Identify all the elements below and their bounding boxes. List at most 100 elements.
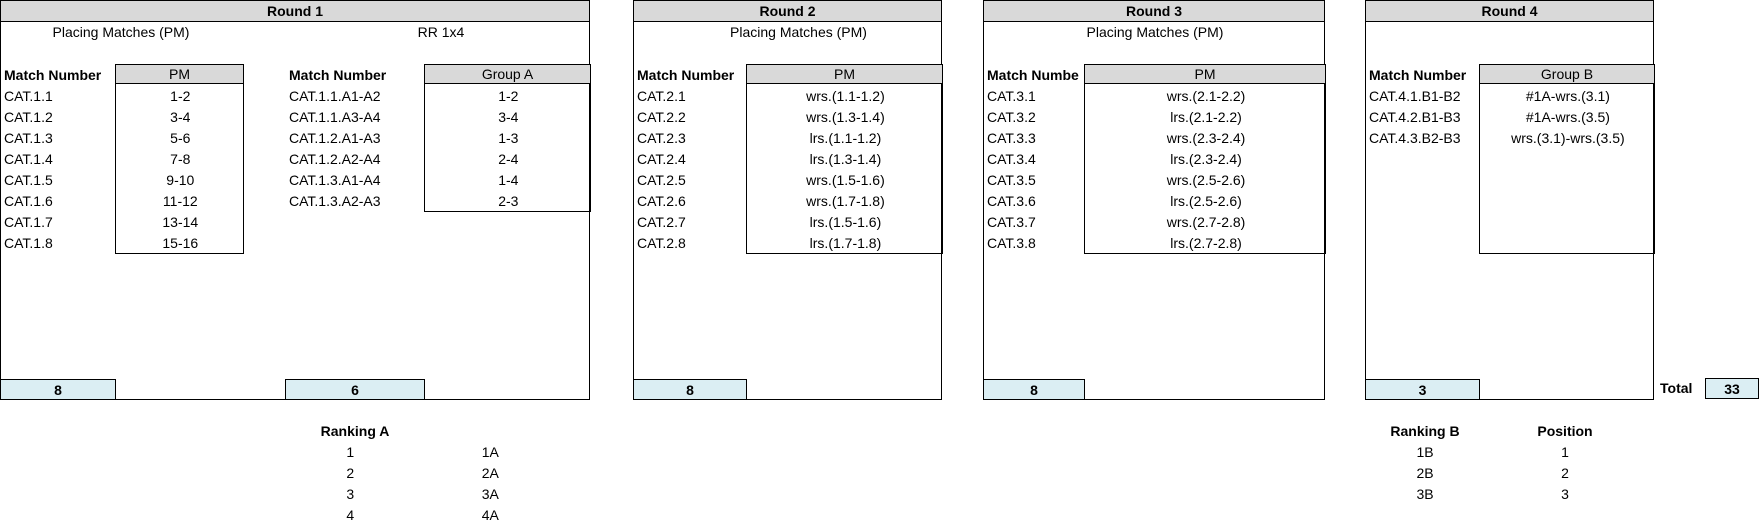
table-row: CAT.1.5 9-10 <box>1 170 244 191</box>
table-row: CAT.4.2.B1-B3 #1A-wrs.(3.5) <box>1366 107 1655 128</box>
match-number: CAT.1.2 <box>4 109 53 125</box>
round3-pm-header: PM <box>1084 64 1326 84</box>
table-row: CAT.1.1.A3-A4 3-4 <box>286 107 591 128</box>
match-pm: #1A-wrs.(3.1) <box>1525 88 1610 104</box>
match-number: CAT.2.3 <box>637 130 686 146</box>
match-number: CAT.2.6 <box>637 193 686 209</box>
table-row: CAT.1.3 5-6 <box>1 128 244 149</box>
match-number: CAT.1.1.A3-A4 <box>289 109 381 125</box>
round3-panel: Round 3 Placing Matches (PM) Match Numbe… <box>983 0 1326 400</box>
match-pm: 1-4 <box>498 172 519 188</box>
match-number: CAT.1.1.A1-A2 <box>289 88 381 104</box>
group-a-header: Group A <box>424 64 591 84</box>
round1-pm-list: CAT.1.1 1-2 CAT.1.2 3-4 CAT.1.3 5-6 CAT.1.4… <box>1 86 244 254</box>
table-row: CAT.4.3.B2-B3 wrs.(3.1)-wrs.(3.5) <box>1366 128 1655 149</box>
match-pm: 5-6 <box>170 130 191 146</box>
match-pm: wrs.(1.3-1.4) <box>806 109 885 125</box>
rank-code: 2A <box>481 465 499 481</box>
rank-value: 4 <box>346 507 355 523</box>
total-label: Total <box>1660 380 1693 396</box>
match-pm: wrs.(2.1-2.2) <box>1166 88 1246 104</box>
table-row: CAT.1.2 3-4 <box>1 107 244 128</box>
table-row: CAT.3.6 lrs.(2.5-2.6) <box>984 191 1326 212</box>
table-row: CAT.1.4 7-8 <box>1 149 244 170</box>
round2-list: CAT.2.1 wrs.(1.1-1.2) CAT.2.2 wrs.(1.3-1.4… <box>634 86 943 254</box>
match-pm: wrs.(1.7-1.8) <box>806 193 885 209</box>
rank-value: 3 <box>346 486 355 502</box>
match-pm: wrs.(2.3-2.4) <box>1166 130 1246 146</box>
match-pm: lrs.(2.3-2.4) <box>1170 151 1242 167</box>
table-row: 2B 2 <box>1370 463 1610 484</box>
ranking-a-list: 1 1A 2 2A 3 3A 4 4A <box>300 442 580 526</box>
rank-code: 3A <box>481 486 499 502</box>
round3-title: Round 3 <box>984 1 1324 22</box>
match-number: CAT.2.2 <box>637 109 686 125</box>
ranking-b-position-header: Position <box>1537 423 1593 439</box>
group-a-list: CAT.1.1.A1-A2 1-2 CAT.1.1.A3-A4 3-4 CAT.1.… <box>286 86 591 212</box>
table-row: CAT.4.1.B1-B2 #1A-wrs.(3.1) <box>1366 86 1655 107</box>
match-pm: lrs.(2.7-2.8) <box>1170 235 1242 251</box>
rank-position: 2 <box>1561 465 1569 481</box>
table-row: CAT.2.5 wrs.(1.5-1.6) <box>634 170 943 191</box>
rank-position: 3 <box>1561 486 1569 502</box>
round2-panel: Round 2 Placing Matches (PM) Match Numbe… <box>633 0 943 400</box>
round4-list: CAT.4.1.B1-B2 #1A-wrs.(3.1) CAT.4.2.B1-B3… <box>1366 86 1655 149</box>
round3-count: 8 <box>983 379 1085 400</box>
table-row: 1B 1 <box>1370 442 1610 463</box>
round1-match-number-label: Match Number <box>4 67 102 83</box>
table-row: CAT.3.2 lrs.(2.1-2.2) <box>984 107 1326 128</box>
round1-subtitle-rr: RR 1x4 <box>417 24 465 40</box>
table-row: CAT.3.8 lrs.(2.7-2.8) <box>984 233 1326 254</box>
table-row: CAT.2.7 lrs.(1.5-1.6) <box>634 212 943 233</box>
table-row: CAT.3.5 wrs.(2.5-2.6) <box>984 170 1326 191</box>
match-pm: 11-12 <box>162 193 198 209</box>
round1-title: Round 1 <box>1 1 589 22</box>
match-number: CAT.3.6 <box>987 193 1036 209</box>
round4-panel: Round 4 Match Number Group B CAT.4.1.B1-… <box>1365 0 1655 400</box>
table-row: 3B 3 <box>1370 484 1610 505</box>
match-pm: wrs.(3.1)-wrs.(3.5) <box>1511 130 1625 146</box>
match-pm: 1-2 <box>498 88 519 104</box>
round2-match-number-label: Match Number <box>637 67 735 83</box>
table-row: CAT.1.8 15-16 <box>1 233 244 254</box>
match-pm: 3-4 <box>498 109 519 125</box>
round2-pm-header: PM <box>746 64 943 84</box>
table-row: CAT.3.3 wrs.(2.3-2.4) <box>984 128 1326 149</box>
match-number: CAT.4.2.B1-B3 <box>1369 109 1461 125</box>
rank-code: 2B <box>1416 465 1434 481</box>
table-row: CAT.3.1 wrs.(2.1-2.2) <box>984 86 1326 107</box>
round2-subtitle: Placing Matches (PM) <box>730 24 867 40</box>
table-row: CAT.1.7 13-14 <box>1 212 244 233</box>
match-pm: 2-4 <box>498 151 519 167</box>
table-row: CAT.2.6 wrs.(1.7-1.8) <box>634 191 943 212</box>
match-number: CAT.4.3.B2-B3 <box>1369 130 1461 146</box>
match-number: CAT.1.7 <box>4 214 53 230</box>
match-number: CAT.3.2 <box>987 109 1036 125</box>
match-pm: lrs.(2.1-2.2) <box>1170 109 1242 125</box>
table-row: CAT.1.1.A1-A2 1-2 <box>286 86 591 107</box>
rank-value: 1 <box>346 444 355 460</box>
ranking-b-title: Ranking B <box>1390 423 1460 439</box>
round3-subtitle: Placing Matches (PM) <box>1086 24 1224 40</box>
match-pm: 7-8 <box>170 151 191 167</box>
table-row: CAT.1.6 11-12 <box>1 191 244 212</box>
rank-position: 1 <box>1561 444 1569 460</box>
table-row: CAT.2.8 lrs.(1.7-1.8) <box>634 233 943 254</box>
match-pm: 15-16 <box>162 235 199 251</box>
match-pm: 1-2 <box>170 88 191 104</box>
match-pm: wrs.(1.1-1.2) <box>806 88 885 104</box>
match-number: CAT.2.5 <box>637 172 686 188</box>
match-number: CAT.1.3.A1-A4 <box>289 172 381 188</box>
match-number: CAT.2.1 <box>637 88 686 104</box>
round1-subtitle-pm: Placing Matches (PM) <box>52 24 190 40</box>
match-pm: lrs.(1.1-1.2) <box>809 130 882 146</box>
match-number: CAT.2.7 <box>637 214 686 230</box>
round2-count: 8 <box>633 379 747 400</box>
match-pm: 1-3 <box>498 130 519 146</box>
match-number: CAT.1.1 <box>4 88 53 104</box>
table-row: 4 4A <box>300 505 580 526</box>
match-number: CAT.1.3 <box>4 130 53 146</box>
round1-pm-count: 8 <box>0 379 116 400</box>
